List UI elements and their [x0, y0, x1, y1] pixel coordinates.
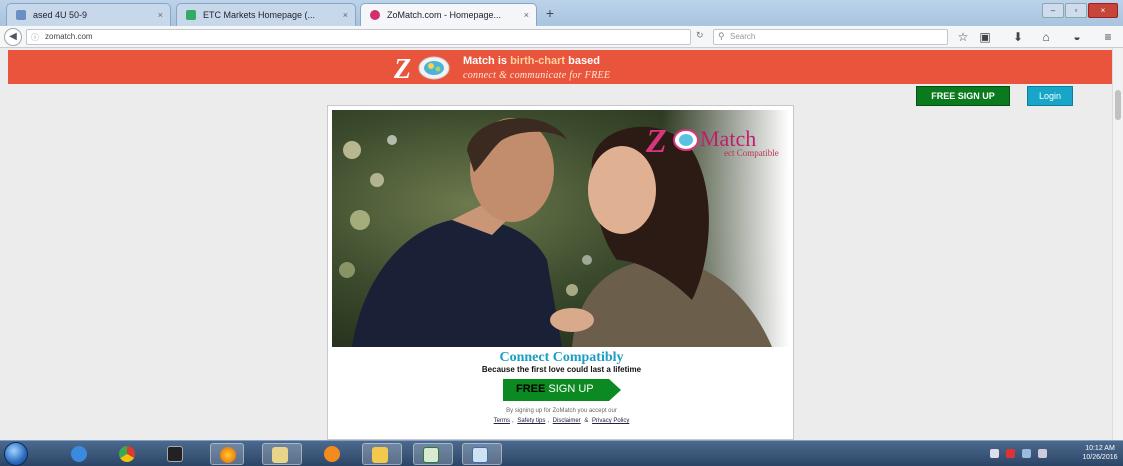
taskbar-player[interactable] [315, 443, 349, 465]
tab-label: ased 4U 50-9 [33, 10, 88, 20]
search-placeholder: Search [730, 32, 756, 41]
media-icon [167, 446, 183, 462]
banner-subheadline: connect & communicate for FREE [463, 70, 611, 81]
tab-zomatch[interactable]: ZoMatch.com - Homepage... × [360, 3, 537, 26]
banner-headline: Match is birth-chart based [463, 55, 600, 67]
clock-time: 10:12 AM [1085, 445, 1115, 452]
browser-tab-strip: ased 4U 50-9 × ETC Markets Homepage (...… [0, 0, 1123, 26]
banner-headline-highlight: birth-chart [510, 55, 566, 67]
cta-free-label: FREE [516, 383, 546, 395]
login-button[interactable]: Login [1027, 86, 1073, 106]
taskbar-folder[interactable] [362, 443, 402, 465]
top-banner: Z Match is birth-chart based connect & c… [8, 50, 1112, 84]
info-icon[interactable]: ⓘ [31, 32, 39, 43]
taskbar-firefox[interactable] [210, 443, 244, 465]
cta-rest-label: SIGN UP [548, 383, 594, 395]
chrome-icon [119, 446, 135, 462]
privacy-policy-link[interactable]: Privacy Policy [592, 418, 629, 424]
svg-text:Z: Z [393, 54, 411, 82]
tab-etc-markets[interactable]: ETC Markets Homepage (... × [176, 3, 356, 26]
clock-date: 10/26/2016 [1082, 454, 1118, 461]
page-scrollbar[interactable] [1112, 48, 1123, 440]
tray-flag-icon[interactable] [1006, 449, 1015, 458]
maximize-button[interactable]: ▫ [1065, 3, 1087, 18]
player-icon [324, 446, 340, 462]
close-window-button[interactable]: × [1088, 3, 1118, 18]
brand-slogan: ect Compatible [724, 148, 779, 158]
footer-links: Terms, Safety tips, Disclaimer & Privacy… [493, 418, 630, 424]
reload-button[interactable]: ↻ [696, 30, 704, 41]
scrollbar-thumb[interactable] [1115, 90, 1121, 120]
minimize-button[interactable]: – [1042, 3, 1064, 18]
close-icon[interactable]: × [524, 10, 529, 20]
star-icon[interactable]: ☆ [955, 29, 971, 45]
terms-notice: By signing up for ZoMatch you accept our [506, 408, 617, 414]
menu-icon[interactable]: ≡ [1100, 29, 1116, 45]
disclaimer-link[interactable]: Disclaimer [553, 418, 581, 424]
banner-headline-pre: Match is [463, 55, 508, 67]
banner-headline-post: based [568, 55, 600, 67]
svg-text:Z: Z [645, 123, 667, 160]
volume-icon[interactable] [1038, 449, 1047, 458]
new-tab-button[interactable]: + [541, 4, 559, 22]
firefox-icon [220, 447, 236, 463]
url-text: zomatch.com [45, 32, 93, 41]
folder-icon [372, 447, 388, 463]
navigation-bar: ◀ ⓘ zomatch.com ↻ ⚲ Search ☆ ▣ ⬇ ⌂ ◒ ≡ [0, 26, 1123, 48]
close-icon[interactable]: × [343, 10, 348, 20]
taskbar-excel[interactable] [413, 443, 453, 465]
tray-arrow-icon[interactable] [990, 449, 999, 458]
web-page: Z Match is birth-chart based connect & c… [0, 48, 1112, 440]
taskbar-clock[interactable]: 10:12 AM 10/26/2016 [1080, 444, 1120, 462]
address-bar[interactable]: ⓘ zomatch.com [26, 29, 691, 45]
home-icon[interactable]: ⌂ [1038, 29, 1054, 45]
tab-favicon-icon [186, 10, 196, 20]
free-signup-button[interactable]: FREE SIGN UP [916, 86, 1010, 106]
pocket-icon[interactable]: ◒ [1069, 29, 1085, 45]
windows-taskbar: 10:12 AM 10/26/2016 [0, 440, 1123, 466]
taskbar-explorer[interactable] [262, 443, 302, 465]
tagline-subtext: Because the first love could last a life… [481, 365, 642, 374]
taskbar-ie[interactable] [62, 443, 96, 465]
tab-favicon-icon [16, 10, 26, 20]
excel-icon [423, 447, 439, 463]
cta-signup-label[interactable]: FREE SIGN UP [516, 383, 594, 395]
explorer-icon [272, 447, 288, 463]
paint-icon [472, 447, 488, 463]
tagline-heading: Connect Compatibly [499, 350, 624, 365]
terms-link[interactable]: Terms [494, 418, 510, 424]
download-icon[interactable]: ⬇ [1010, 29, 1026, 45]
search-icon: ⚲ [718, 31, 725, 41]
tab-label: ZoMatch.com - Homepage... [387, 10, 502, 20]
safety-tips-link[interactable]: Safety tips [517, 418, 545, 424]
network-icon[interactable] [1022, 449, 1031, 458]
signup-card: Z Match ect Compatible Connect Compatibl… [327, 105, 794, 440]
heart-icon [370, 10, 380, 20]
tab-ased[interactable]: ased 4U 50-9 × [6, 3, 171, 26]
taskbar-media[interactable] [158, 443, 192, 465]
taskbar-paint[interactable] [462, 443, 502, 465]
tab-label: ETC Markets Homepage (... [203, 10, 316, 20]
clipboard-icon[interactable]: ▣ [977, 29, 993, 45]
start-button[interactable] [4, 442, 28, 466]
taskbar-chrome[interactable] [110, 443, 144, 465]
zomatch-logo-icon: Z [393, 54, 450, 82]
back-button[interactable]: ◀ [4, 28, 22, 46]
hero-image: Z Match ect Compatible [332, 110, 789, 347]
search-input[interactable]: ⚲ Search [713, 29, 948, 45]
ie-icon [71, 446, 87, 462]
close-icon[interactable]: × [158, 10, 163, 20]
